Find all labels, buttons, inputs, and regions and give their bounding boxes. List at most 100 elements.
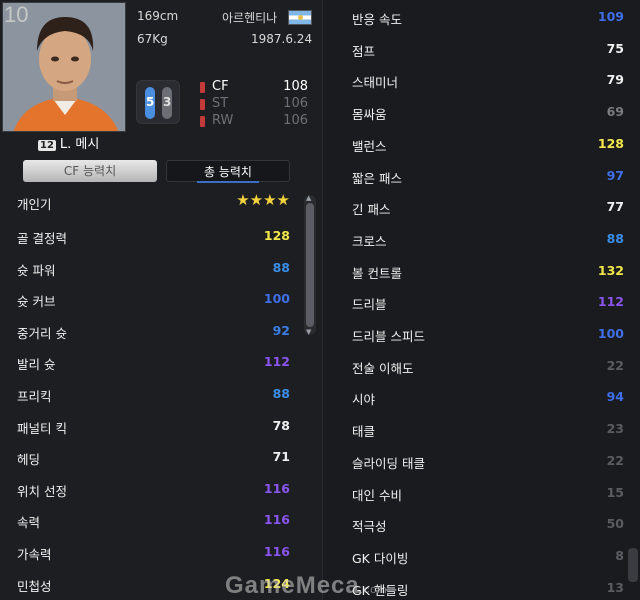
name-badge: 12 [38,140,56,151]
stat-value: 15 [606,484,624,500]
position-row-st: ST 106 [200,96,310,114]
stat-value: 71 [272,449,290,465]
position-marker-icon [200,99,205,110]
stat-row: 크로스 88 [335,223,638,255]
stat-row: 밸런스 128 [352,129,624,160]
stat-label: 대인 수비 [352,487,402,503]
position-rating: 106 [283,96,308,111]
stat-row-popularity: 개인기 ★★★★ [17,187,290,218]
argentina-flag-icon [288,10,312,25]
stat-row: 볼 컨트롤 132 [352,256,624,287]
scrollbar-thumb[interactable] [306,203,314,327]
stat-label: 긴 패스 [352,202,391,218]
stat-label: 시야 [352,392,376,408]
stat-value: 77 [606,199,624,215]
tab-total-stats[interactable]: 총 능력치 [166,160,290,183]
stat-row: 태클 23 [335,414,638,446]
stat-label: 골 결정력 [17,231,67,246]
stat-label: 드리블 스피드 [352,329,425,344]
position-rating: 106 [283,113,308,128]
right-scrollbar-thumb[interactable] [628,548,638,582]
watermark-logo: GameMeca.com [225,572,388,600]
stat-label: 전술 이해도 [352,360,414,376]
stat-value: 92 [272,322,290,338]
player-summary-panel: 10 12 L. 메시 169cm 아르헨티나 67Kg 1987.6.24 5 … [0,0,322,600]
position-row-rw: RW 106 [200,113,310,131]
left-foot-rating: 5 [146,95,155,109]
stat-row: 드리블 스피드 100 [352,319,624,350]
stat-value: 22 [606,452,624,468]
stat-label: 적극성 [352,519,387,535]
left-scrollbar[interactable]: ▲ ▼ [304,194,316,336]
stat-row: 짧은 패스 97 [335,160,638,192]
stat-row: 점프 75 [335,33,638,65]
stat-value: 132 [597,262,624,278]
stat-value: 75 [606,40,624,56]
stat-label: 스태미너 [352,75,399,91]
stat-value: 112 [263,354,290,370]
stat-label: 반응 속도 [352,12,402,27]
stat-value: 69 [606,104,624,120]
tab-cf-stats[interactable]: CF 능력치 [23,160,157,182]
stat-label: 발리 슛 [17,357,56,373]
stat-value: 128 [263,228,290,243]
stat-label: 밸런스 [352,138,387,154]
stat-row: 속력 116 [0,505,304,537]
stat-label: 위치 선정 [17,483,67,499]
birth-date: 1987.6.24 [251,32,313,46]
stat-row: 중거리 슛 92 [0,315,304,347]
scroll-up-icon[interactable]: ▲ [306,194,311,202]
stat-value: 94 [606,389,624,405]
player-name: 12 L. 메시 [38,133,99,152]
stat-value: 109 [597,9,624,24]
stat-value: 22 [606,357,624,373]
preferred-foot-indicator: 5 3 [136,80,180,124]
stat-value: 88 [606,230,624,246]
stat-label: 슬라이딩 태클 [352,455,425,471]
stat-label: 가속력 [17,547,52,562]
stat-value: 100 [263,291,290,307]
stat-row: 긴 패스 77 [352,192,624,223]
stat-label: 헤딩 [17,452,41,468]
stat-value: 97 [606,167,624,183]
stat-row: 패널티 킥 78 [17,411,290,442]
stat-row: 위치 선정 116 [17,474,290,505]
stat-value: 116 [263,480,290,496]
player-name-text: L. 메시 [59,137,100,152]
stat-value: 128 [597,135,624,151]
stat-label: 패널티 킥 [17,420,67,436]
height-value: 169cm [137,9,179,23]
stat-row: 슛 커브 100 [17,284,290,315]
stat-label: 슛 파워 [17,262,56,278]
position-code: RW [212,113,234,128]
watermark-domain: .com [359,584,388,596]
stat-row: 슬라이딩 태클 22 [352,446,624,477]
stat-row: 가속력 116 [17,537,290,568]
stat-value: 78 [272,417,290,433]
stat-value: 88 [272,386,290,401]
stat-row: 헤딩 71 [0,442,304,474]
stat-value: 50 [606,516,624,532]
weight-value: 67Kg [137,32,168,46]
stat-value: 116 [263,544,290,559]
stat-label: 민첩성 [17,578,52,594]
stat-value: 116 [263,512,290,528]
stat-value: 8 [615,547,624,563]
scroll-down-icon[interactable]: ▼ [306,328,311,336]
stat-row: 발리 슛 112 [17,347,290,378]
stat-label: 슛 커브 [17,294,56,310]
right-foot-rating: 3 [163,95,172,109]
stat-value: 112 [597,294,624,310]
stat-row: GK 핸들링 13 [352,573,624,600]
stat-row: 대인 수비 15 [335,477,638,509]
stat-row: 드리블 112 [335,287,638,319]
position-code: ST [212,96,229,111]
stat-label: 속력 [17,515,41,531]
stat-label: 태클 [352,424,376,440]
nationality: 아르헨티나 [222,11,278,25]
stat-value: 23 [606,421,624,437]
watermark-brand: GameMeca [225,572,360,599]
position-rating: 108 [283,79,308,94]
position-code: CF [212,79,229,94]
stat-row: 스태미너 79 [352,65,624,96]
